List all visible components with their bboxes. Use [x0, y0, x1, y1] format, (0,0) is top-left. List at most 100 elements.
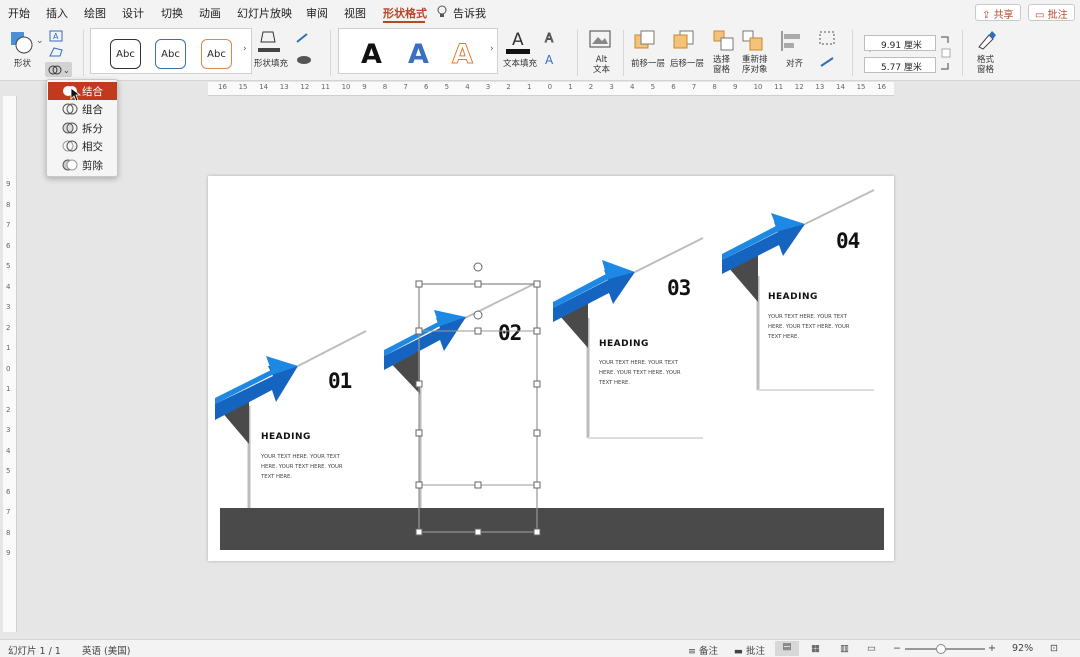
- tab-insert[interactable]: 插入: [46, 5, 68, 21]
- tab-animations[interactable]: 动画: [199, 5, 221, 21]
- tab-design[interactable]: 设计: [122, 5, 144, 21]
- ruler-tick-label: 10: [341, 83, 351, 91]
- ruler-tick-label: 8: [382, 83, 388, 91]
- menu-item-subtract[interactable]: 剪除: [48, 156, 117, 174]
- send-backward-icon[interactable]: [673, 30, 695, 50]
- tab-home[interactable]: 开始: [8, 5, 30, 21]
- tab-shape-format[interactable]: 形状格式: [383, 5, 427, 21]
- alt-text-icon[interactable]: [589, 30, 611, 50]
- wordart-style-outline[interactable]: A: [452, 39, 474, 71]
- menu-item-fragment[interactable]: 拆分: [48, 119, 117, 137]
- zoom-level[interactable]: 92%: [1012, 643, 1033, 654]
- align-icon[interactable]: [780, 30, 804, 52]
- menu-item-intersect[interactable]: 相交: [48, 137, 117, 155]
- menu-item-combine[interactable]: 组合: [48, 100, 117, 118]
- shape-style-dark[interactable]: Abc: [110, 39, 141, 69]
- merge-shapes-button[interactable]: ⌄: [45, 62, 72, 77]
- ruler-tick-label: 7: [403, 83, 408, 91]
- tab-view[interactable]: 视图: [344, 5, 366, 21]
- notes-button[interactable]: ≡ 备注: [688, 643, 718, 657]
- svg-text:A: A: [53, 32, 59, 41]
- text-effects-icon[interactable]: A: [543, 52, 557, 66]
- svg-text:A: A: [545, 31, 554, 44]
- separator: [623, 30, 624, 76]
- combine-icon: [62, 103, 78, 115]
- status-comments-button[interactable]: ▬ 批注: [734, 643, 765, 657]
- ruler-tick-label: 2: [6, 405, 11, 414]
- ruler-tick-label: 3: [609, 83, 614, 91]
- shape-width-field[interactable]: 5.77 厘米: [864, 57, 936, 73]
- ruler-tick-label: 16: [218, 83, 227, 91]
- ruler-tick-label: 8: [6, 200, 11, 209]
- wordart-style-black[interactable]: A: [361, 39, 382, 70]
- selection-pane-icon[interactable]: [713, 30, 735, 52]
- shape-fill-label: 形状填充: [254, 59, 289, 69]
- text-fill-icon[interactable]: A: [506, 28, 530, 56]
- normal-view-icon[interactable]: ▤: [775, 641, 799, 656]
- ruler-tick-label: 4: [6, 282, 11, 291]
- comment-icon: ▬: [734, 646, 746, 657]
- tab-review[interactable]: 审阅: [306, 5, 328, 21]
- shape-style-blue[interactable]: Abc: [155, 39, 186, 69]
- paint-bucket-icon[interactable]: [258, 28, 280, 56]
- format-pane-icon[interactable]: [975, 29, 997, 51]
- alt-text-label: Alt 文本: [593, 55, 611, 75]
- horizontal-ruler: 16 15 14 13 12 11 10 9 8 7 6 5 4 3 2 1 0 1 2 3 4 5 6 7 8 9 10 11 12 1…: [208, 82, 894, 96]
- wordart-more-icon[interactable]: ›: [490, 44, 494, 54]
- ruler-tick-label: 15: [238, 83, 248, 91]
- edit-shape-icon[interactable]: [48, 46, 64, 58]
- wordart-style-blue[interactable]: A: [408, 39, 429, 70]
- reading-view-icon[interactable]: ▥: [840, 643, 849, 654]
- menu-item-label: 组合: [82, 104, 103, 116]
- shapes-icon[interactable]: [9, 30, 35, 56]
- separator: [852, 30, 853, 76]
- ruler-tick-label: 7: [6, 221, 11, 229]
- menu-item-label: 剪除: [82, 160, 103, 172]
- slideshow-icon[interactable]: ▭: [867, 643, 876, 654]
- zoom-out-icon[interactable]: −: [893, 643, 901, 654]
- share-button[interactable]: ⇪ 共享: [975, 4, 1021, 21]
- comments-button[interactable]: ▭ 批注: [1028, 4, 1075, 21]
- tab-transitions[interactable]: 切换: [161, 5, 183, 21]
- outline-pen-icon[interactable]: [295, 32, 313, 44]
- ruler-tick-label: 16: [877, 83, 887, 91]
- ruler-tick-label: 5: [6, 262, 11, 270]
- ruler-tick-label: 1: [6, 385, 11, 393]
- ruler-tick-label: 4: [630, 83, 635, 91]
- rotate-icon[interactable]: [818, 54, 836, 70]
- ruler-tick-label: 2: [6, 323, 11, 332]
- shape-style-orange[interactable]: Abc: [201, 39, 232, 69]
- gallery-more-icon[interactable]: ›: [243, 44, 247, 54]
- shape-height-value: 9.91 厘米: [881, 41, 922, 51]
- zoom-slider-thumb[interactable]: [936, 644, 946, 654]
- mouse-cursor-icon: [70, 87, 82, 102]
- ruler-tick-label: 12: [300, 83, 310, 91]
- lock-aspect-icon[interactable]: [940, 36, 952, 70]
- slide-canvas[interactable]: 01 HEADING YOUR TEXT HERE. YOUR TEXT HER…: [208, 176, 894, 561]
- slide-sorter-icon[interactable]: ▦: [811, 643, 820, 654]
- reorder-objects-icon[interactable]: [742, 30, 764, 52]
- step3-line: [634, 237, 704, 273]
- language-indicator[interactable]: 英语 (美国): [82, 643, 130, 657]
- send-backward-label: 后移一层: [670, 59, 705, 69]
- step4-heading: HEADING: [768, 292, 818, 302]
- effects-icon[interactable]: [295, 54, 313, 66]
- text-outline-icon[interactable]: A: [543, 30, 557, 45]
- menu-item-union[interactable]: 结合: [48, 82, 117, 100]
- fit-slide-icon[interactable]: ⊡: [1050, 643, 1058, 654]
- ruler-tick-label: 5: [650, 83, 656, 91]
- chevron-down-icon[interactable]: ⌄: [36, 36, 44, 46]
- group-icon[interactable]: [818, 30, 836, 46]
- tab-tell-me[interactable]: 告诉我: [453, 5, 486, 21]
- ground-bar: [220, 508, 884, 550]
- bring-forward-icon[interactable]: [634, 30, 656, 50]
- zoom-in-icon[interactable]: +: [988, 643, 996, 654]
- menu-item-label: 结合: [82, 86, 103, 98]
- ruler-tick-label: 14: [836, 83, 845, 91]
- tab-slideshow[interactable]: 幻灯片放映: [237, 5, 292, 21]
- shape-height-field[interactable]: 9.91 厘米: [864, 35, 936, 51]
- text-box-icon[interactable]: A: [48, 30, 64, 42]
- tab-draw[interactable]: 绘图: [84, 5, 106, 21]
- comment-icon: ▭: [1035, 10, 1048, 21]
- step4-body: YOUR TEXT HERE. YOUR TEXT HERE. YOUR TEX…: [768, 314, 850, 340]
